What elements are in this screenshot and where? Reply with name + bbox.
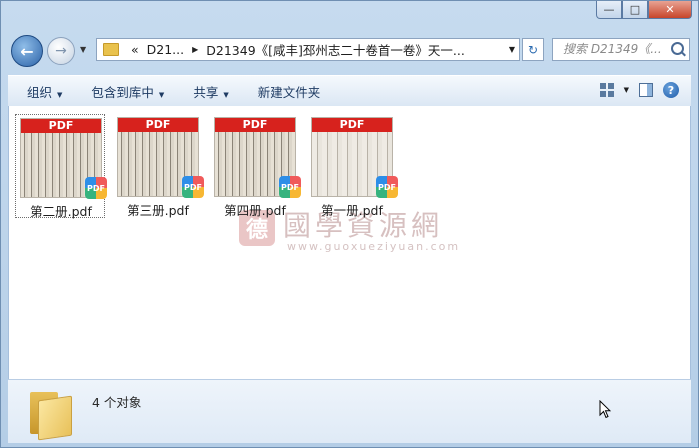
- pdf-app-icon: PDF: [376, 176, 398, 198]
- folder-icon: [103, 43, 119, 56]
- address-overflow[interactable]: «: [127, 42, 143, 57]
- breadcrumb-segment-current[interactable]: D21349《[咸丰]邳州志二十卷首一卷》天一...: [202, 40, 469, 59]
- file-item[interactable]: PDF PDF 第二册.pdf: [15, 114, 107, 219]
- command-bar: 组织 ▼ 包含到库中 ▼ 共享 ▼ 新建文件夹 ▼ ?: [8, 75, 691, 107]
- view-controls: ▼ ?: [599, 82, 679, 98]
- chevron-down-icon[interactable]: ▼: [624, 86, 629, 94]
- file-name: 第一册.pdf: [321, 203, 383, 218]
- explorer-window: — □ ✕ ← → ▼ « D21... ▶ D21349《[咸丰]邳州志二十卷…: [0, 0, 699, 448]
- help-icon[interactable]: ?: [663, 82, 679, 98]
- new-folder-label: 新建文件夹: [257, 84, 321, 100]
- chevron-down-icon[interactable]: ▼: [509, 45, 515, 54]
- refresh-icon: ↻: [527, 42, 539, 57]
- file-name: 第四册.pdf: [224, 203, 286, 218]
- caption-buttons: — □ ✕: [596, 1, 692, 19]
- maximize-button[interactable]: □: [622, 1, 648, 19]
- address-bar[interactable]: « D21... ▶ D21349《[咸丰]邳州志二十卷首一卷》天一... ▼: [96, 38, 520, 61]
- search-placeholder: 搜索 D21349《...: [563, 42, 662, 56]
- file-item[interactable]: PDF PDF 第三册.pdf: [113, 114, 204, 218]
- organize-label: 组织: [27, 84, 53, 100]
- back-arrow-icon: ←: [20, 41, 34, 61]
- file-name: 第二册.pdf: [30, 204, 92, 219]
- organize-menu[interactable]: 组织 ▼: [8, 82, 72, 101]
- share-menu[interactable]: 共享 ▼: [174, 82, 238, 101]
- pdf-app-icon: PDF: [182, 176, 204, 198]
- pdf-app-icon: PDF: [85, 177, 107, 199]
- pdf-app-icon: PDF: [279, 176, 301, 198]
- item-count: 4 个对象: [92, 395, 142, 410]
- change-view-icon[interactable]: [599, 83, 614, 97]
- refresh-button[interactable]: ↻: [522, 38, 544, 61]
- search-icon: [671, 42, 684, 55]
- file-list-pane[interactable]: 德 國學資源網 www.guoxueziyuan.com PDF PDF 第二册…: [8, 106, 691, 379]
- file-item[interactable]: PDF PDF 第四册.pdf: [210, 114, 301, 218]
- forward-button[interactable]: →: [47, 37, 75, 65]
- include-library-label: 包含到库中: [91, 84, 154, 100]
- new-folder-button[interactable]: 新建文件夹: [239, 82, 331, 101]
- thumbnail-band: PDF: [21, 119, 101, 133]
- chevron-down-icon: ▼: [158, 90, 165, 99]
- minimize-button[interactable]: —: [596, 1, 622, 19]
- file-item[interactable]: PDF PDF 第一册.pdf: [307, 114, 398, 218]
- forward-arrow-icon: →: [55, 43, 67, 59]
- navigation-bar: ← → ▼ « D21... ▶ D21349《[咸丰]邳州志二十卷首一卷》天一…: [1, 33, 698, 69]
- search-input[interactable]: 搜索 D21349《...: [552, 38, 690, 61]
- watermark-url: www.guoxueziyuan.com: [287, 240, 461, 253]
- file-name: 第三册.pdf: [127, 203, 189, 218]
- chevron-down-icon: ▼: [57, 90, 63, 99]
- close-button[interactable]: ✕: [648, 1, 692, 19]
- thumbnail-band: PDF: [118, 118, 198, 132]
- thumbnail-band: PDF: [215, 118, 295, 132]
- details-pane: 4 个对象: [8, 379, 691, 443]
- share-label: 共享: [193, 84, 219, 100]
- back-button[interactable]: ←: [11, 35, 43, 67]
- folder-icon: [30, 388, 72, 441]
- thumbnail-band: PDF: [312, 118, 392, 132]
- breadcrumb-segment[interactable]: D21...: [143, 42, 188, 57]
- chevron-down-icon: ▼: [223, 90, 229, 99]
- preview-pane-icon[interactable]: [639, 83, 653, 97]
- chevron-right-icon[interactable]: ▶: [188, 45, 202, 54]
- recent-pages-dropdown[interactable]: ▼: [80, 45, 86, 54]
- include-in-library-menu[interactable]: 包含到库中 ▼: [72, 82, 174, 101]
